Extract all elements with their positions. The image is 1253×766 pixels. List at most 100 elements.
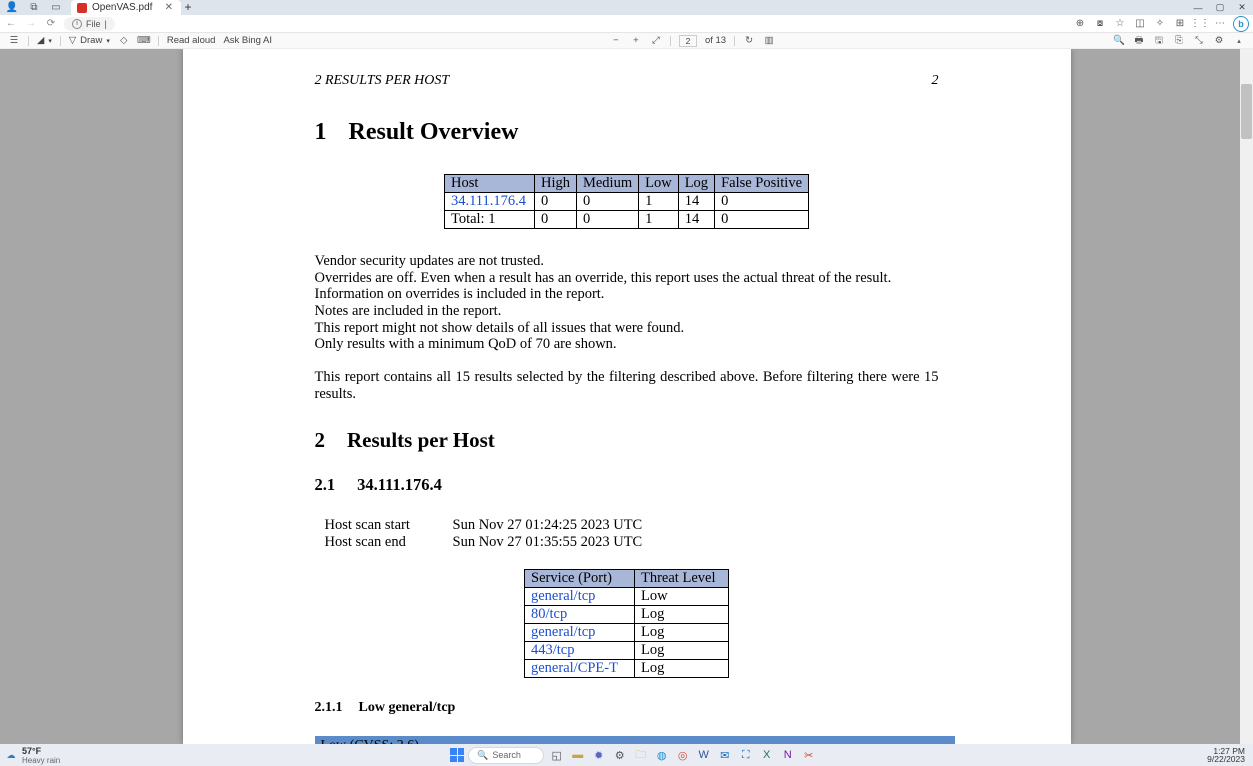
zoom-icon[interactable]: ⊕ bbox=[1073, 17, 1087, 31]
zoom-in-button[interactable]: + bbox=[630, 35, 642, 47]
cell-service[interactable]: general/tcp bbox=[525, 624, 635, 642]
erase-tool[interactable]: ◇ bbox=[118, 35, 130, 47]
save-icon[interactable]: 🖫 bbox=[1153, 35, 1165, 47]
back-button[interactable]: ← bbox=[4, 17, 18, 31]
taskbar-app-onenote[interactable]: N bbox=[779, 747, 796, 764]
split-screen-icon[interactable]: ◫ bbox=[1133, 17, 1147, 31]
collapse-toolbar-icon[interactable]: ▴ bbox=[1233, 35, 1245, 47]
page-number-input[interactable]: 2 bbox=[679, 35, 697, 47]
search-icon[interactable]: 🔍 bbox=[1113, 35, 1125, 47]
fullscreen-icon[interactable]: ⤡ bbox=[1193, 35, 1205, 47]
section-2-1-heading: 2.134.111.176.4 bbox=[315, 475, 939, 495]
taskbar-app-teams[interactable]: ✹ bbox=[590, 747, 607, 764]
zoom-out-button[interactable]: − bbox=[610, 35, 622, 47]
cell-level: Log bbox=[635, 624, 729, 642]
close-button[interactable]: ✕ bbox=[1231, 0, 1253, 15]
read-aloud-button[interactable]: Read aloud bbox=[167, 35, 216, 46]
workspaces-icon[interactable]: ⧉ bbox=[27, 1, 41, 15]
col-fp: False Positive bbox=[715, 175, 809, 193]
taskbar-app-explorer[interactable]: ▬ bbox=[569, 747, 586, 764]
tab-actions-icon[interactable]: ▭ bbox=[49, 1, 63, 15]
favorite-icon[interactable]: ☆ bbox=[1113, 17, 1127, 31]
cell-fp: 0 bbox=[715, 193, 809, 211]
taskbar-weather[interactable]: ☁ 57°F Heavy rain bbox=[0, 746, 60, 765]
taskbar-app-excel[interactable]: X bbox=[758, 747, 775, 764]
col-log: Log bbox=[678, 175, 714, 193]
taskbar-app-outlook[interactable]: ✉ bbox=[716, 747, 733, 764]
cell-service[interactable]: 443/tcp bbox=[525, 642, 635, 660]
cell-high: 0 bbox=[534, 211, 576, 229]
shopping-icon[interactable]: ⧇ bbox=[1093, 17, 1107, 31]
site-info-icon[interactable]: i bbox=[72, 19, 82, 29]
tab-close-icon[interactable]: ✕ bbox=[165, 2, 173, 13]
taskbar-app-store[interactable]: ⛶ bbox=[737, 747, 754, 764]
save-as-icon[interactable]: ⎘ bbox=[1173, 35, 1185, 47]
address-input[interactable]: i File | bbox=[64, 17, 115, 31]
forward-button[interactable]: → bbox=[24, 17, 38, 31]
taskbar-app-taskview[interactable]: ◱ bbox=[548, 747, 565, 764]
window-titlebar: 👤 ⧉ ▭ OpenVAS.pdf ✕ + — ▢ ✕ bbox=[0, 0, 1253, 15]
scroll-thumb[interactable] bbox=[1241, 84, 1252, 139]
taskbar-app-chrome[interactable]: ◎ bbox=[674, 747, 691, 764]
taskbar-clock[interactable]: 1:27 PM 9/22/2023 bbox=[1207, 747, 1253, 764]
cell-host: Total: 1 bbox=[444, 211, 534, 229]
taskbar-app-edge[interactable]: ◍ bbox=[653, 747, 670, 764]
table-row: general/CPE-TLog bbox=[525, 660, 729, 678]
address-bar: ← → ⟳ i File | ⊕ ⧇ ☆ ◫ ✧ ⊞ ⋮⋮ ⋯ b bbox=[0, 15, 1253, 33]
windows-taskbar: ☁ 57°F Heavy rain 🔍 Search ◱ ▬ ✹ ⚙ 🗀 ◍ ◎… bbox=[0, 744, 1253, 766]
section-title: 34.111.176.4 bbox=[357, 475, 442, 494]
fit-page-icon[interactable]: ⤢ bbox=[650, 35, 662, 47]
cell-level: Log bbox=[635, 606, 729, 624]
start-button[interactable] bbox=[450, 748, 464, 762]
cell-service[interactable]: 80/tcp bbox=[525, 606, 635, 624]
collections-icon[interactable]: ⊞ bbox=[1173, 17, 1187, 31]
col-host: Host bbox=[444, 175, 534, 193]
section-title: Result Overview bbox=[349, 119, 519, 145]
browser-tab-active[interactable]: OpenVAS.pdf ✕ bbox=[71, 0, 181, 15]
taskbar-app-snip[interactable]: ✂ bbox=[800, 747, 817, 764]
taskbar-app-word[interactable]: W bbox=[695, 747, 712, 764]
new-tab-button[interactable]: + bbox=[181, 0, 195, 15]
search-placeholder: Search bbox=[492, 750, 521, 760]
address-pipe: | bbox=[105, 19, 107, 29]
paragraph: Overrides are off. Even when a result ha… bbox=[315, 270, 939, 287]
ask-bing-ai-button[interactable]: Ask Bing AI bbox=[223, 35, 272, 46]
settings-icon[interactable]: ⚙ bbox=[1213, 35, 1225, 47]
draw-tool[interactable]: ▽ Draw ▾ bbox=[69, 35, 110, 46]
taskbar-app-settings[interactable]: ⚙ bbox=[611, 747, 628, 764]
profile-icon[interactable]: 👤 bbox=[5, 1, 19, 15]
maximize-button[interactable]: ▢ bbox=[1209, 0, 1231, 15]
contents-icon[interactable]: ☰ bbox=[8, 35, 20, 47]
vertical-scrollbar[interactable] bbox=[1240, 49, 1253, 744]
pdf-viewport[interactable]: 2 RESULTS PER HOST 2 1Result Overview Ho… bbox=[0, 49, 1253, 744]
taskbar-search[interactable]: 🔍 Search bbox=[468, 747, 544, 764]
cell-service[interactable]: general/CPE-T bbox=[525, 660, 635, 678]
bing-chat-icon[interactable]: b bbox=[1233, 16, 1249, 32]
separator bbox=[60, 36, 61, 46]
refresh-button[interactable]: ⟳ bbox=[44, 17, 58, 31]
page-view-icon[interactable]: ▥ bbox=[763, 35, 775, 47]
cell-host[interactable]: 34.111.176.4 bbox=[444, 193, 534, 211]
pdf-toolbar-center: − + ⤢ 2 of 13 ↻ ▥ bbox=[610, 35, 775, 47]
scan-end-value: Sun Nov 27 01:35:55 2023 UTC bbox=[453, 534, 643, 551]
cell-low: 1 bbox=[639, 193, 679, 211]
extensions-icon[interactable]: ⋮⋮ bbox=[1193, 17, 1207, 31]
weather-desc: Heavy rain bbox=[22, 756, 60, 765]
cell-log: 14 bbox=[678, 193, 714, 211]
pdf-toolbar: ☰ ◢▾ ▽ Draw ▾ ◇ ⌨ Read aloud Ask Bing AI… bbox=[0, 33, 1253, 49]
minimize-button[interactable]: — bbox=[1187, 0, 1209, 15]
cell-level: Log bbox=[635, 660, 729, 678]
cell-service[interactable]: general/tcp bbox=[525, 588, 635, 606]
overview-table: Host High Medium Low Log False Positive … bbox=[444, 174, 809, 229]
print-icon[interactable]: 🖶 bbox=[1133, 35, 1145, 47]
tab-title: OpenVAS.pdf bbox=[92, 2, 152, 13]
favorites-bar-icon[interactable]: ✧ bbox=[1153, 17, 1167, 31]
highlight-tool[interactable]: ◢▾ bbox=[37, 35, 52, 46]
separator bbox=[734, 36, 735, 46]
more-icon[interactable]: ⋯ bbox=[1213, 17, 1227, 31]
rotate-icon[interactable]: ↻ bbox=[743, 35, 755, 47]
taskbar-app-files[interactable]: 🗀 bbox=[632, 747, 649, 764]
text-tool[interactable]: ⌨ bbox=[138, 35, 150, 47]
cvss-banner: Low (CVSS: 2.6) bbox=[315, 736, 955, 744]
table-row: 34.111.176.4 0 0 1 14 0 bbox=[444, 193, 808, 211]
